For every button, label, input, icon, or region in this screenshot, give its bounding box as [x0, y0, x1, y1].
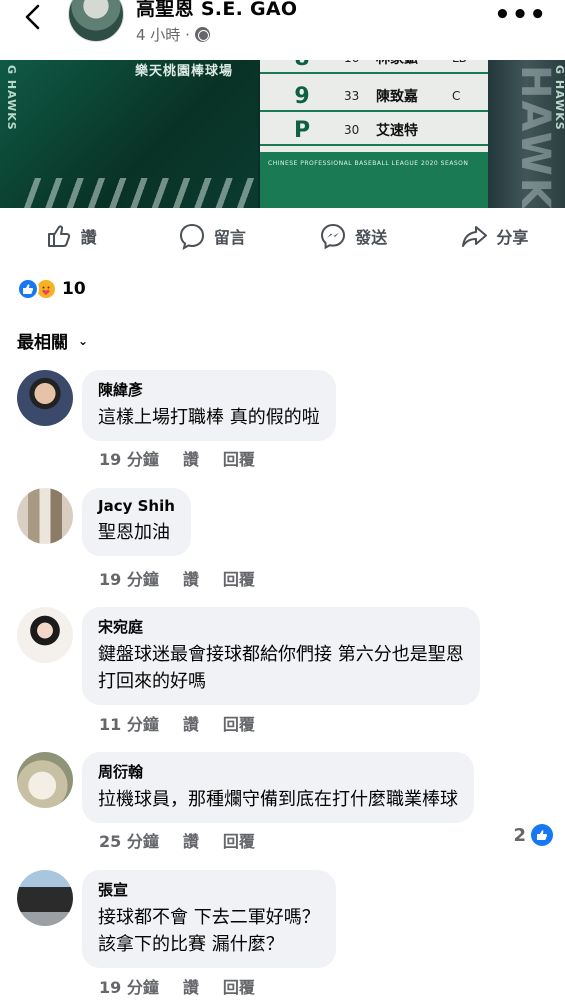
- roster-num: 30: [344, 123, 360, 137]
- comment-bubble-icon: [179, 223, 204, 250]
- comment-text: 打回來的好嗎: [98, 671, 206, 692]
- roster-role: C: [452, 89, 461, 103]
- comment-time: 25 分鐘: [99, 832, 159, 851]
- commenter-name[interactable]: 周衍翰: [98, 761, 458, 782]
- roster-board: 8 16 林家鉱 LB 9 33 陳致嘉 C P 30 艾速特 CHINESE …: [260, 60, 488, 208]
- comment-meta: 19 分鐘 讚 回覆: [99, 446, 255, 470]
- send-button[interactable]: 發送: [283, 208, 424, 264]
- comment-time: 19 分鐘: [99, 570, 159, 589]
- page-name[interactable]: 高聖恩 S.E. GAO: [136, 0, 297, 21]
- comment-bubble: 周衍翰 拉機球員，那種爛守備到底在打什麼職業棒球: [82, 752, 474, 823]
- page-avatar[interactable]: [68, 0, 124, 42]
- thumbs-up-badge-icon: [531, 824, 553, 846]
- reaction-summary[interactable]: 10: [17, 278, 86, 300]
- comment-meta: 19 分鐘 讚 回覆: [99, 566, 255, 590]
- comment-like-button[interactable]: 讚: [183, 446, 199, 470]
- more-options-button[interactable]: •••: [494, 0, 547, 30]
- sort-label: 最相關: [17, 333, 68, 353]
- roster-row: 8 16 林家鉱 LB: [260, 60, 488, 74]
- comment-text: 這樣上場打職棒 真的假的啦: [98, 407, 320, 428]
- share-button[interactable]: 分享: [424, 208, 565, 264]
- banner-side-text-right-small: G HAWKS: [553, 65, 565, 131]
- commenter-avatar[interactable]: [17, 607, 73, 663]
- commenter-avatar[interactable]: [17, 870, 73, 926]
- post-action-bar: 讚 留言 發送 分享: [0, 208, 565, 264]
- comment-reply-button[interactable]: 回覆: [223, 446, 255, 470]
- comment-bubble: 張宣 接球都不會 下去二軍好嗎？ 該拿下的比賽 漏什麼？: [82, 870, 336, 968]
- comment-bubble: 宋宛庭 鍵盤球迷最會接球都給你們接 第六分也是聖恩 打回來的好嗎: [82, 607, 480, 705]
- comment-text: 該拿下的比賽 漏什麼？: [98, 934, 284, 955]
- commenter-name[interactable]: Jacy Shih: [98, 497, 175, 515]
- commenter-avatar[interactable]: [17, 370, 73, 426]
- post-image[interactable]: G HAWKS 樂天桃園棒球場 8 16 林家鉱 LB 9 33 陳致嘉 C P…: [0, 60, 565, 208]
- comment-sort-dropdown[interactable]: 最相關 ⌄: [17, 328, 88, 353]
- share-label: 分享: [496, 228, 529, 247]
- commenter-name[interactable]: 張宣: [98, 879, 320, 900]
- league-caption: CHINESE PROFESSIONAL BASEBALL LEAGUE 202…: [268, 160, 469, 167]
- comment-text: 聖恩加油: [98, 522, 170, 543]
- roster-num: 16: [344, 60, 376, 65]
- comment-meta: 19 分鐘 讚 回覆: [99, 974, 255, 998]
- messenger-icon: [321, 223, 346, 250]
- comment-reply-button[interactable]: 回覆: [223, 711, 255, 735]
- comment-button[interactable]: 留言: [141, 208, 282, 264]
- comment-bubble: 陳緯彥 這樣上場打職棒 真的假的啦: [82, 370, 336, 441]
- chevron-down-icon: ⌄: [78, 333, 89, 348]
- comment-like-count-label: 2: [513, 824, 526, 846]
- comment-meta: 25 分鐘 讚 回覆: [99, 828, 255, 852]
- globe-icon: [194, 27, 210, 42]
- comment-time: 19 分鐘: [99, 978, 159, 997]
- comment-like-button[interactable]: 讚: [183, 566, 199, 590]
- roster-name: 林家鉱: [376, 60, 452, 68]
- roster-row: P 30 艾速特: [260, 116, 488, 146]
- thumbs-up-icon: [47, 225, 70, 247]
- roster-pos: 9: [294, 83, 310, 109]
- banner-side-text-left: G HAWKS: [5, 65, 18, 131]
- comment-reply-button[interactable]: 回覆: [223, 828, 255, 852]
- roster-panel: 8 16 林家鉱 LB 9 33 陳致嘉 C P 30 艾速特: [260, 60, 488, 152]
- roster-row: 9 33 陳致嘉 C: [260, 82, 488, 112]
- send-label: 發送: [355, 228, 388, 247]
- share-arrow-icon: [462, 226, 488, 247]
- commenter-name[interactable]: 陳緯彥: [98, 379, 320, 400]
- like-reaction-icon: [17, 278, 39, 300]
- roster-pos: 8: [260, 60, 344, 71]
- comment-time: 11 分鐘: [99, 715, 159, 734]
- comment-meta: 11 分鐘 讚 回覆: [99, 711, 255, 735]
- comment-like-count[interactable]: 2: [513, 824, 553, 846]
- back-arrow-icon[interactable]: [18, 2, 48, 32]
- chevron-stripe: [20, 178, 258, 208]
- post-header: 高聖恩 S.E. GAO 4 小時 · •••: [0, 0, 565, 60]
- like-label: 讚: [80, 228, 97, 247]
- roster-name: 艾速特: [376, 123, 418, 139]
- comment-like-button[interactable]: 讚: [183, 828, 199, 852]
- post-time-label: 4 小時 ·: [136, 26, 190, 44]
- roster-num: 33: [344, 89, 360, 103]
- like-button[interactable]: 讚: [0, 208, 141, 264]
- comment-label: 留言: [213, 228, 246, 247]
- commenter-name[interactable]: 宋宛庭: [98, 616, 464, 637]
- comment-reply-button[interactable]: 回覆: [223, 566, 255, 590]
- banner-venue: 樂天桃園棒球場: [135, 64, 234, 79]
- commenter-avatar[interactable]: [17, 488, 73, 544]
- comment-like-button[interactable]: 讚: [183, 711, 199, 735]
- reaction-count: 10: [62, 279, 86, 299]
- comment-text: 鍵盤球迷最會接球都給你們接 第六分也是聖恩: [98, 644, 464, 665]
- post-time: 4 小時 ·: [136, 24, 210, 45]
- comment-text: 拉機球員，那種爛守備到底在打什麼職業棒球: [98, 789, 458, 810]
- commenter-avatar[interactable]: [17, 752, 73, 808]
- comment-time: 19 分鐘: [99, 450, 159, 469]
- roster-pos: P: [293, 117, 311, 143]
- comment-like-button[interactable]: 讚: [183, 974, 199, 998]
- roster-name: 陳致嘉: [376, 89, 418, 105]
- comment-bubble: Jacy Shih 聖恩加油: [82, 488, 191, 556]
- comment-reply-button[interactable]: 回覆: [223, 974, 255, 998]
- comment-text: 接球都不會 下去二軍好嗎？: [98, 907, 320, 928]
- roster-role: LB: [452, 60, 467, 65]
